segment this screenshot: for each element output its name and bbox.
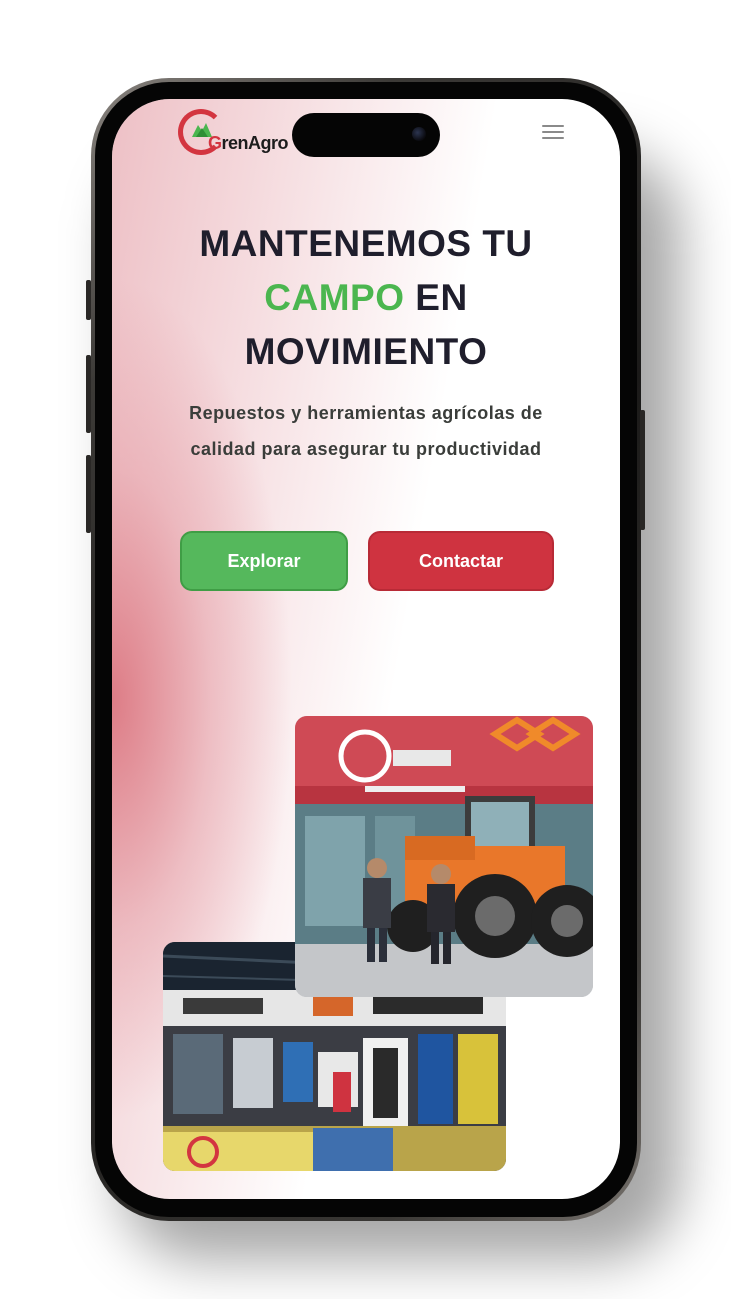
headline-line-3: MOVIMIENTO bbox=[244, 331, 488, 372]
headline-line-1: MANTENEMOS TU bbox=[199, 223, 533, 264]
power-button bbox=[640, 410, 645, 530]
explore-button[interactable]: Explorar bbox=[180, 531, 348, 591]
logo-text: GrenAgro bbox=[208, 133, 289, 153]
hamburger-menu-icon[interactable] bbox=[542, 125, 564, 143]
volume-down-button bbox=[86, 455, 91, 533]
hero-subtitle: Repuestos y herramientas agrícolas de ca… bbox=[189, 403, 543, 459]
action-button bbox=[86, 280, 91, 320]
volume-up-button bbox=[86, 355, 91, 433]
phone-screen: GrenAgro MANTENEMOS TU CAMPO EN MOVIMIEN… bbox=[112, 99, 620, 1199]
headline-accent-word: CAMPO bbox=[264, 277, 405, 318]
front-camera-icon bbox=[412, 127, 426, 141]
brand-logo[interactable]: GrenAgro bbox=[178, 107, 308, 161]
hero-headline: MANTENEMOS TU CAMPO EN MOVIMIENTO bbox=[142, 217, 590, 379]
contact-button[interactable]: Contactar bbox=[368, 531, 554, 591]
storefront-tractor-photo bbox=[295, 716, 593, 997]
headline-line-2-rest: EN bbox=[415, 277, 468, 318]
dynamic-island bbox=[292, 113, 440, 157]
